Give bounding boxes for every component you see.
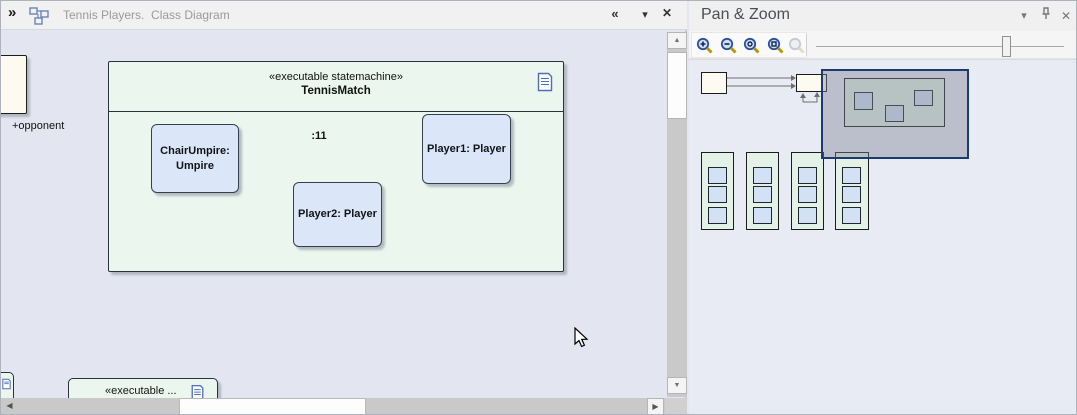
close-panel-button[interactable]: ✕ bbox=[1057, 9, 1075, 23]
minimap-column-node[interactable] bbox=[835, 152, 869, 230]
horizontal-scroll-thumb[interactable] bbox=[179, 398, 366, 415]
linked-document-icon[interactable] bbox=[537, 72, 553, 97]
zoom-slider-handle[interactable] bbox=[1002, 36, 1011, 57]
object-player1[interactable]: Player1: Player bbox=[422, 114, 511, 184]
minimap-column-node[interactable] bbox=[701, 152, 734, 230]
minimap-viewport-rect[interactable] bbox=[821, 69, 969, 159]
opponent-role-label: +opponent bbox=[12, 120, 64, 132]
partial-edge-frame bbox=[1, 372, 14, 398]
zoom-disabled-button bbox=[788, 37, 806, 55]
object-label: Player2: Player bbox=[298, 207, 377, 222]
vertical-scrollbar[interactable]: ▲ ▼ bbox=[667, 32, 687, 397]
diagram-panel-header: » Tennis Players. Class Diagram « ▾ ✕ bbox=[1, 1, 687, 30]
partial-statemachine-frame[interactable]: «executable ... bbox=[68, 378, 218, 398]
object-chair-umpire[interactable]: ChairUmpire: Umpire bbox=[151, 124, 239, 193]
zoom-out-button[interactable] bbox=[720, 37, 738, 55]
pan-zoom-header: Pan & Zoom ▾ ✕ bbox=[689, 1, 1077, 31]
statemachine-name: TennisMatch bbox=[109, 85, 563, 97]
zoom-in-button[interactable] bbox=[696, 37, 714, 55]
zoom-slider-track[interactable] bbox=[816, 46, 1064, 47]
statemachine-stereotype: «executable statemachine» bbox=[109, 71, 563, 83]
zoom-fit-button[interactable] bbox=[767, 37, 785, 55]
pin-icon[interactable] bbox=[1037, 7, 1055, 24]
object-label: Umpire bbox=[176, 159, 214, 174]
scroll-right-button[interactable]: ▶ bbox=[647, 398, 664, 415]
pan-zoom-toolbar bbox=[689, 31, 1077, 59]
diagram-canvas[interactable]: +opponent «executable statemachine» Tenn… bbox=[1, 30, 667, 398]
zoom-normal-button[interactable] bbox=[743, 37, 761, 55]
partial-stereotype: «executable ... bbox=[105, 385, 177, 397]
scrollbar-corner bbox=[665, 398, 687, 415]
minimap-column-node[interactable] bbox=[746, 152, 779, 230]
zoom-slider[interactable] bbox=[816, 31, 1068, 59]
object-player2[interactable]: Player2: Player bbox=[293, 182, 382, 247]
panel-menu-button[interactable]: ▾ bbox=[635, 8, 655, 21]
horizontal-scrollbar[interactable]: ◀ ▶ bbox=[1, 398, 665, 415]
minimap-canvas[interactable] bbox=[689, 59, 1077, 415]
linked-document-icon bbox=[191, 384, 204, 398]
collapse-panel-button[interactable]: « bbox=[605, 6, 625, 21]
tennismatch-header: «executable statemachine» TennisMatch bbox=[109, 62, 563, 112]
diagram-tab-title: Tennis Players. Class Diagram bbox=[63, 8, 230, 22]
scroll-down-button[interactable]: ▼ bbox=[667, 377, 687, 394]
scroll-up-button[interactable]: ▲ bbox=[667, 32, 687, 49]
pan-zoom-title: Pan & Zoom bbox=[701, 6, 790, 24]
opponent-class-box[interactable] bbox=[1, 55, 27, 114]
vertical-scroll-thumb[interactable] bbox=[667, 52, 687, 119]
linked-document-icon bbox=[2, 377, 11, 396]
connector-label: :11 bbox=[297, 130, 341, 142]
panel-menu-button[interactable]: ▾ bbox=[1015, 9, 1033, 22]
object-label: ChairUmpire: bbox=[160, 144, 230, 159]
object-label: Player1: Player bbox=[427, 142, 506, 157]
app-window: » Tennis Players. Class Diagram « ▾ ✕ bbox=[0, 0, 1077, 415]
pan-zoom-panel: Pan & Zoom ▾ ✕ bbox=[689, 1, 1077, 415]
expand-panel-icon[interactable]: » bbox=[8, 4, 16, 21]
class-diagram-icon bbox=[29, 7, 49, 30]
zoom-button-strip bbox=[691, 32, 807, 58]
scroll-left-button[interactable]: ◀ bbox=[1, 398, 18, 415]
mouse-cursor bbox=[574, 327, 590, 354]
minimap-column-node[interactable] bbox=[791, 152, 824, 230]
toolbar-separator bbox=[806, 34, 807, 56]
minimap-class-node[interactable] bbox=[701, 72, 727, 94]
close-diagram-button[interactable]: ✕ bbox=[657, 6, 677, 20]
diagram-panel: » Tennis Players. Class Diagram « ▾ ✕ bbox=[1, 1, 687, 415]
